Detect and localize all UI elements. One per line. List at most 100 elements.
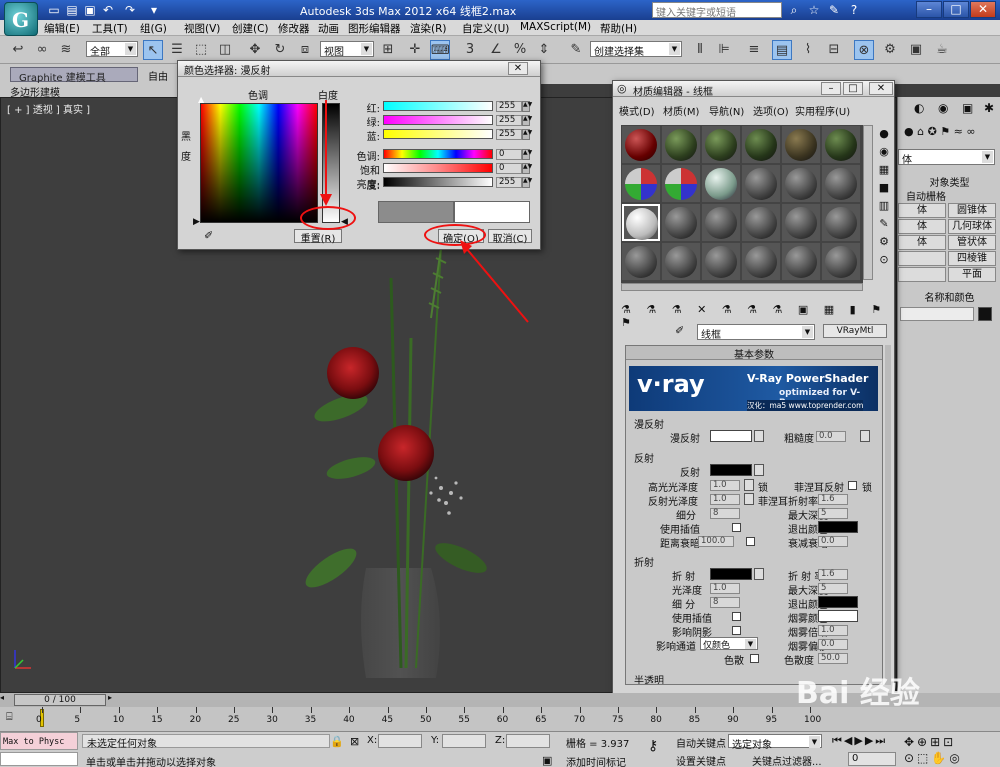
material-slot[interactable] [742,243,780,280]
mini-curve-editor-icon[interactable]: ⌸ [6,710,24,724]
material-slot[interactable] [822,126,860,163]
ior-spinner[interactable]: 1.6 [818,569,848,580]
render-teapot-icon[interactable]: ☕ [932,40,952,60]
material-editor-icon[interactable]: ⊗ [854,40,874,60]
material-slot[interactable] [702,165,740,202]
material-slot[interactable] [702,126,740,163]
material-slot[interactable] [702,243,740,280]
rf-subdivs-spinner[interactable]: 8 [710,597,740,608]
dim-dist-spinner[interactable]: 100.0 [698,536,734,547]
percent-snap-icon[interactable]: % [510,40,530,60]
rf-interp-checkbox[interactable] [732,612,741,621]
help-icon[interactable]: ? [846,2,862,18]
material-slot[interactable] [822,204,860,241]
set-key-button[interactable]: 设置关键点 [676,753,726,767]
current-frame-field[interactable]: 0 [848,752,896,766]
bind-spacewarp-icon[interactable]: ≋ [56,40,76,60]
object-button-3[interactable]: 体 [898,235,946,250]
plane-button[interactable]: 平面 [948,267,996,282]
object-button-1[interactable]: 体 [898,203,946,218]
geosphere-button[interactable]: 几何球体 [948,219,996,234]
star-icon[interactable]: ☆ [806,2,822,18]
cone-button[interactable]: 圆锥体 [948,203,996,218]
rf-max-depth-spinner[interactable]: 5 [818,583,848,594]
render-setup-icon[interactable]: ⚙ [880,40,900,60]
mirror-icon[interactable]: ⫴ [690,40,710,60]
object-category-dropdown[interactable]: 体 ▼ [898,149,995,166]
material-slot[interactable] [662,204,700,241]
key-filters-button[interactable]: 关键点过滤器... [752,753,822,767]
schematic-view-icon[interactable]: ⊟ [824,40,844,60]
select-by-name-icon[interactable]: ☰ [167,40,187,60]
slots-scrollbar[interactable] [863,125,873,280]
object-name-field[interactable] [900,307,974,321]
menu-utilities[interactable]: 实用程序(U) [795,103,850,118]
gloss-spinner[interactable]: 1.0 [710,583,740,594]
dim-dist-checkbox[interactable] [746,537,755,546]
material-slot[interactable] [782,165,820,202]
affect-shadows-checkbox[interactable] [732,626,741,635]
close-button[interactable]: ✕ [869,82,893,95]
menu-rendering[interactable]: 渲染(R) [410,21,447,36]
material-slot[interactable] [822,243,860,280]
exit-color-swatch[interactable] [818,521,858,533]
add-time-tag[interactable]: 添加时间标记 [566,754,626,767]
material-slot[interactable] [782,243,820,280]
graphite-toggle-icon[interactable]: ▤ [772,40,792,60]
reflect-color-swatch[interactable] [710,464,752,476]
close-button[interactable]: ✕ [508,62,528,75]
material-slot[interactable] [742,204,780,241]
undo-toolbar-icon[interactable]: ↩ [8,40,28,60]
undo-icon[interactable]: ↶ [100,2,116,18]
angle-snap-icon[interactable]: ∠ [486,40,506,60]
key-icon[interactable]: ⚷ [648,738,658,754]
menu-group[interactable]: 组(G) [140,21,167,36]
move-icon[interactable]: ✥ [245,40,265,60]
refl-gloss-spinner[interactable]: 1.0 [710,494,740,505]
redo-icon[interactable]: ↷ [122,2,138,18]
abbe-spinner[interactable]: 50.0 [818,653,848,664]
diffuse-map-button[interactable] [754,430,764,442]
minimize-button[interactable]: – [916,1,942,18]
link-icon[interactable]: ∞ [32,40,52,60]
refract-color-swatch[interactable] [710,568,752,580]
maxscript-listener[interactable]: Max to Physc [0,732,78,750]
menu-customize[interactable]: 自定义(U) [462,21,509,36]
menu-material[interactable]: 材质(M) [663,103,699,118]
material-type-button[interactable]: VRayMtl [823,324,887,338]
binoculars-icon[interactable]: ⌕ [786,2,802,18]
refl-gloss-map-button[interactable] [744,493,754,505]
spinner-snap-icon[interactable]: ⇕ [534,40,554,60]
dim-falloff-spinner[interactable]: 0.0 [818,536,848,547]
material-name-dropdown[interactable]: 线框 ▼ [697,324,815,341]
snap-3d-icon[interactable]: 3 [460,40,480,60]
roughness-spinner[interactable]: 0.0 [816,431,846,442]
pyramid-button[interactable]: 四棱锥 [948,251,996,266]
material-slot[interactable] [622,126,660,163]
select-object-icon[interactable]: ↖ [143,40,163,60]
curve-editor-icon[interactable]: ⌇ [798,40,818,60]
affect-channels-dropdown[interactable]: 仅颜色 ▼ [700,637,758,651]
key-mode-dropdown[interactable]: 选定对象 ▼ [728,734,822,751]
menu-edit[interactable]: 编辑(E) [44,21,80,36]
window-crossing-icon[interactable]: ◫ [215,40,235,60]
menu-tools[interactable]: 工具(T) [92,21,128,36]
menu-modifiers[interactable]: 修改器 [278,21,310,36]
edit-named-selection-icon[interactable]: ✎ [566,40,586,60]
material-slot[interactable] [702,204,740,241]
hilight-gloss-map-button[interactable] [744,479,754,491]
lock-label[interactable]: 锁 [758,479,768,494]
eyedropper-icon[interactable]: ✐ [204,229,213,242]
material-slot[interactable] [622,243,660,280]
menu-views[interactable]: 视图(V) [184,21,220,36]
app-logo-icon[interactable]: G [4,2,38,36]
tab-graphite[interactable]: Graphite 建模工具 [10,67,138,84]
absolute-mode-icon[interactable]: ⊠ [350,735,359,748]
menu-navigation[interactable]: 导航(N) [709,103,744,118]
tools-icon[interactable]: ✎ [826,2,842,18]
hilight-gloss-spinner[interactable]: 1.0 [710,480,740,491]
rollout-scrollbar[interactable] [885,345,891,685]
time-slider[interactable]: 0 / 100 [14,694,106,706]
material-slot[interactable] [742,126,780,163]
dispersion-checkbox[interactable] [750,654,759,663]
